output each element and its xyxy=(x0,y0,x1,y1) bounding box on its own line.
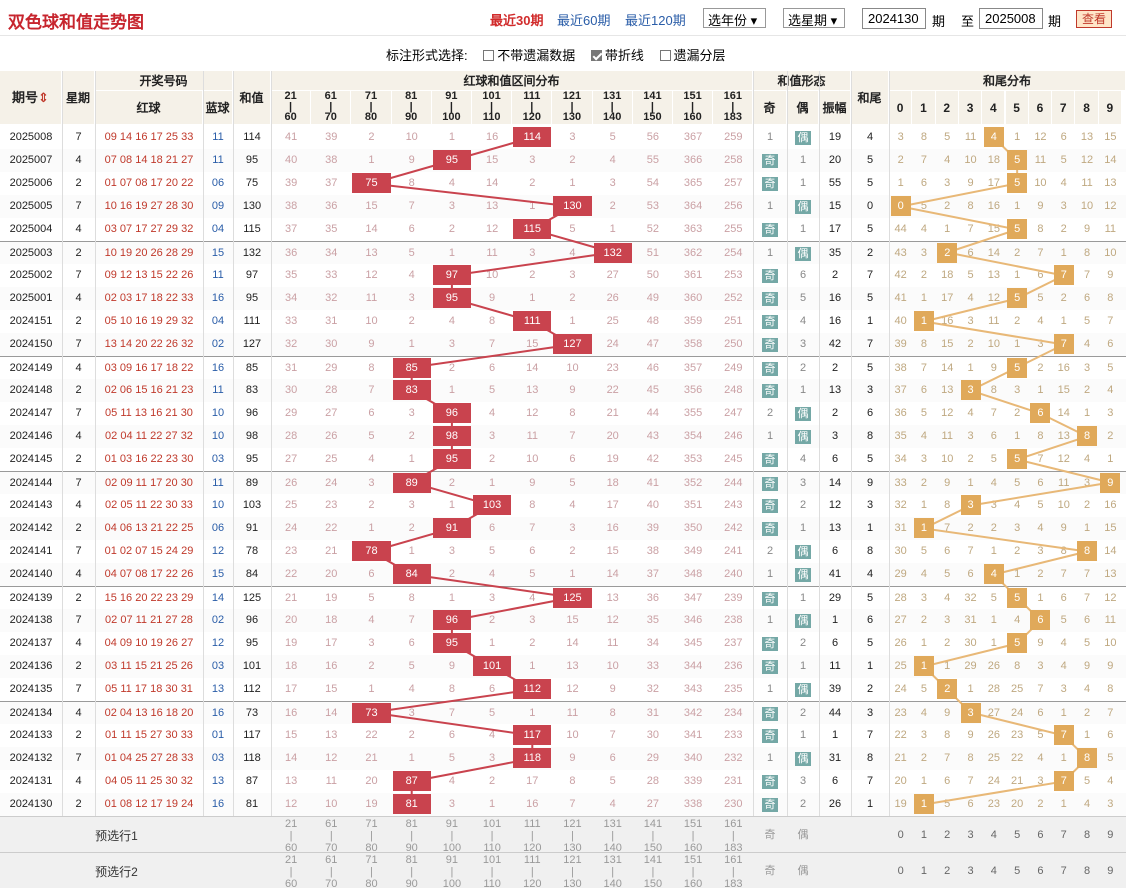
tail-hit-marker: 6 xyxy=(1030,610,1051,630)
tail-hit-marker: 4 xyxy=(983,127,1004,147)
tail-hit-marker: 8 xyxy=(1077,748,1098,768)
from-period-input[interactable]: 2024130 xyxy=(862,8,926,29)
sum-hit-marker: 91 xyxy=(432,518,471,538)
tail-hit-marker: 8 xyxy=(1077,541,1098,561)
tail-hit-marker: 5 xyxy=(1007,633,1028,653)
tail-hit-marker: 7 xyxy=(1053,334,1074,354)
tail-hit-marker: 5 xyxy=(1007,588,1028,608)
sum-hit-marker: 125 xyxy=(553,588,592,608)
recent-30-link[interactable]: 最近30期 xyxy=(490,10,543,29)
sum-hit-marker: 85 xyxy=(392,358,431,378)
tail-hit-marker: 6 xyxy=(1030,403,1051,423)
to-period-input[interactable]: 2025008 xyxy=(979,8,1043,29)
tail-hit-marker: 5 xyxy=(1007,358,1028,378)
tail-hit-marker: 5 xyxy=(1007,219,1028,239)
recent-120-link[interactable]: 最近120期 xyxy=(625,10,686,29)
sum-hit-marker: 132 xyxy=(593,243,632,263)
tail-hit-marker: 4 xyxy=(983,564,1004,584)
sum-hit-marker: 84 xyxy=(392,564,431,584)
sum-hit-marker: 114 xyxy=(513,127,552,147)
period-unit-label: 期 xyxy=(1048,14,1062,29)
tail-hit-marker: 1 xyxy=(913,311,934,331)
no-missing-checkbox[interactable] xyxy=(483,50,495,61)
tail-hit-marker: 5 xyxy=(1007,449,1028,469)
options-label: 标注形式选择: xyxy=(386,48,468,63)
polyline-label: 带折线 xyxy=(604,48,644,63)
tail-hit-marker: 1 xyxy=(913,656,934,676)
tail-hit-marker: 5 xyxy=(1007,173,1028,193)
tail-hit-marker: 3 xyxy=(960,380,981,400)
sum-hit-marker: 97 xyxy=(432,265,471,285)
tail-trend-line xyxy=(900,136,1111,806)
no-missing-label: 不带遗漏数据 xyxy=(497,48,576,63)
trend-polylines xyxy=(368,136,1111,806)
sum-hit-marker: 117 xyxy=(513,725,552,745)
sum-hit-marker: 112 xyxy=(513,679,552,699)
sum-hit-marker: 127 xyxy=(553,334,592,354)
missing-layer-label: 遗漏分层 xyxy=(673,48,726,63)
sum-hit-marker: 103 xyxy=(473,495,512,515)
tail-hit-marker: 0 xyxy=(890,196,911,216)
tail-hit-marker: 2 xyxy=(937,679,958,699)
sum-hit-marker: 87 xyxy=(392,771,431,791)
recent-60-link[interactable]: 最近60期 xyxy=(557,10,610,29)
tail-hit-marker: 1 xyxy=(913,518,934,538)
sum-hit-marker: 95 xyxy=(432,633,471,653)
to-label: 至 xyxy=(961,14,975,29)
sum-hit-marker: 81 xyxy=(392,794,431,814)
sum-hit-marker: 95 xyxy=(432,150,471,170)
trend-grid: 期号⇕ 星期 开奖号码 红球 蓝球 和值 红球和值区间分布 21 | 60 61 | 70… xyxy=(0,71,1126,893)
tail-hit-marker: 2 xyxy=(937,243,958,263)
year-select-label: 选年份 xyxy=(708,13,748,28)
sum-hit-marker: 96 xyxy=(432,610,471,630)
page-title: 双色球和值走势图 xyxy=(8,13,144,32)
weekday-select-label: 选星期 xyxy=(788,13,828,28)
sum-hit-marker: 95 xyxy=(432,288,471,308)
sum-hit-marker: 73 xyxy=(352,703,391,723)
tail-hit-marker: 3 xyxy=(960,495,981,515)
query-button[interactable]: 查看 xyxy=(1076,10,1112,28)
period-unit-label: 期 xyxy=(932,14,946,29)
sum-trend-line xyxy=(368,136,613,805)
sum-hit-marker: 89 xyxy=(392,473,431,493)
tail-hit-marker: 7 xyxy=(1053,725,1074,745)
chevron-down-icon: ▾ xyxy=(830,13,838,28)
sum-hit-marker: 115 xyxy=(513,219,552,239)
tail-hit-marker: 8 xyxy=(1077,426,1098,446)
sum-hit-marker: 101 xyxy=(473,656,512,676)
sum-hit-marker: 98 xyxy=(432,426,471,446)
year-select[interactable]: 选年份 ▾ xyxy=(703,8,766,28)
tail-hit-marker: 5 xyxy=(1007,150,1028,170)
sum-hit-marker: 111 xyxy=(513,311,552,331)
missing-layer-checkbox[interactable] xyxy=(659,50,671,61)
tail-hit-marker: 3 xyxy=(960,703,981,723)
weekday-select[interactable]: 选星期 ▾ xyxy=(783,8,845,28)
top-bar: 双色球和值走势图 最近30期 最近60期 最近120期 选年份 ▾ 选星期 ▾ … xyxy=(0,0,1126,36)
tail-hit-marker: 1 xyxy=(913,794,934,814)
sum-hit-marker: 118 xyxy=(513,748,552,768)
sum-hit-marker: 83 xyxy=(392,380,431,400)
tail-hit-marker: 5 xyxy=(1007,288,1028,308)
sum-hit-marker: 75 xyxy=(352,173,391,193)
sum-hit-marker: 95 xyxy=(432,449,471,469)
polyline-checkbox[interactable] xyxy=(590,50,602,61)
sum-hit-marker: 78 xyxy=(352,541,391,561)
tail-hit-marker: 7 xyxy=(1053,771,1074,791)
sum-hit-marker: 96 xyxy=(432,403,471,423)
display-options: 标注形式选择: 不带遗漏数据 带折线 遗漏分层 xyxy=(386,45,726,64)
sum-hit-marker: 130 xyxy=(553,196,592,216)
tail-hit-marker: 7 xyxy=(1053,265,1074,285)
tail-hit-marker: 9 xyxy=(1100,473,1121,493)
chevron-down-icon: ▾ xyxy=(750,13,758,28)
